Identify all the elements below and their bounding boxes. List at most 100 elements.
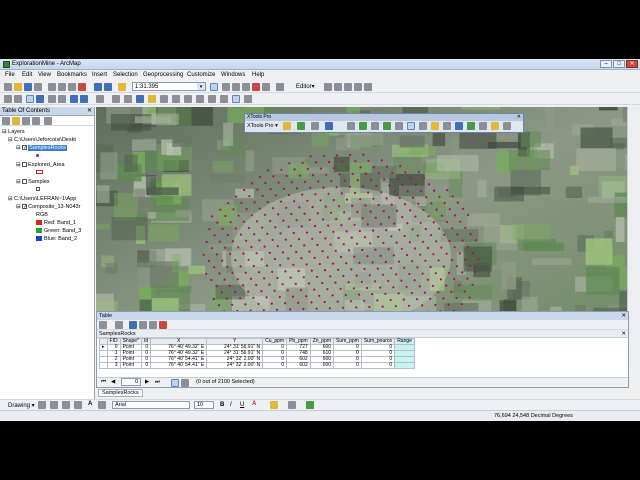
sample-point[interactable] xyxy=(401,184,404,187)
sample-point[interactable] xyxy=(327,224,330,227)
sample-point[interactable] xyxy=(334,281,337,284)
sample-point[interactable] xyxy=(257,271,261,274)
sample-point[interactable] xyxy=(421,304,424,307)
sample-point[interactable] xyxy=(339,255,343,259)
sample-point[interactable] xyxy=(397,260,401,263)
xtools-tool-icon[interactable] xyxy=(479,122,487,130)
model-builder-icon[interactable] xyxy=(276,83,284,91)
sample-point[interactable] xyxy=(337,268,340,271)
sample-point[interactable] xyxy=(282,219,285,222)
sample-point[interactable] xyxy=(371,293,374,296)
measure-icon[interactable] xyxy=(160,95,168,103)
sample-point[interactable] xyxy=(380,159,383,162)
sample-point[interactable] xyxy=(211,215,214,218)
related-tables-icon[interactable] xyxy=(115,321,123,329)
table-tab-samplesrocks[interactable]: SamplesRocks xyxy=(98,389,143,397)
sample-point[interactable] xyxy=(237,214,240,217)
sample-point[interactable] xyxy=(327,192,330,195)
xtools-tool-icon[interactable] xyxy=(419,122,427,130)
sample-point[interactable] xyxy=(395,241,398,244)
sample-point[interactable] xyxy=(342,243,345,246)
search-window-icon[interactable] xyxy=(242,83,250,91)
edit-tool-icon[interactable] xyxy=(324,83,332,91)
sample-point[interactable] xyxy=(387,279,390,283)
xtools-tool-icon[interactable] xyxy=(491,122,499,130)
sample-point[interactable] xyxy=(315,275,319,278)
sample-point[interactable] xyxy=(215,253,219,256)
sample-point[interactable] xyxy=(374,216,377,219)
pan-icon[interactable] xyxy=(26,95,34,103)
sample-point[interactable] xyxy=(402,298,405,301)
sample-point[interactable] xyxy=(291,295,295,298)
sample-point[interactable] xyxy=(229,221,232,224)
sample-point[interactable] xyxy=(353,191,357,195)
sample-point[interactable] xyxy=(455,296,458,300)
sample-point[interactable] xyxy=(234,259,237,262)
sample-point[interactable] xyxy=(252,264,255,268)
xtools-tool-icon[interactable] xyxy=(407,122,415,130)
xtools-tool-icon[interactable] xyxy=(443,122,451,130)
sample-point[interactable] xyxy=(259,175,262,178)
sample-point[interactable] xyxy=(345,230,348,233)
italic-button[interactable]: I xyxy=(230,402,232,408)
sample-point[interactable] xyxy=(290,181,293,184)
sample-point[interactable] xyxy=(215,285,218,288)
sample-point[interactable] xyxy=(331,262,335,265)
sample-point[interactable] xyxy=(389,267,393,270)
visibility-checkbox[interactable]: ✓ xyxy=(22,204,27,210)
sample-point[interactable] xyxy=(274,194,277,197)
sample-point[interactable] xyxy=(356,179,359,182)
sample-point[interactable] xyxy=(426,278,429,281)
sample-point[interactable] xyxy=(239,297,242,300)
sample-point[interactable] xyxy=(461,271,464,274)
sample-point[interactable] xyxy=(363,299,366,302)
sample-point[interactable] xyxy=(231,271,234,275)
sample-point[interactable] xyxy=(371,229,375,232)
sample-point[interactable] xyxy=(248,195,251,198)
sample-point[interactable] xyxy=(244,271,247,274)
sample-point[interactable] xyxy=(260,258,263,261)
sample-point[interactable] xyxy=(388,184,391,187)
sample-point[interactable] xyxy=(276,245,279,248)
sample-point[interactable] xyxy=(419,221,422,224)
sample-point[interactable] xyxy=(324,237,327,240)
sample-point[interactable] xyxy=(301,193,304,196)
flicker-icon[interactable] xyxy=(244,95,252,103)
sample-point[interactable] xyxy=(474,270,477,274)
sample-point[interactable] xyxy=(358,261,361,264)
sample-point[interactable] xyxy=(300,257,303,260)
toc-layer-samples[interactable]: ⊟ Samples xyxy=(16,179,50,185)
open-icon[interactable] xyxy=(14,83,22,91)
xtools-tool-icon[interactable] xyxy=(431,122,439,130)
font-color-icon[interactable]: A xyxy=(252,401,256,407)
close-icon[interactable]: ✕ xyxy=(621,312,626,320)
sample-point[interactable] xyxy=(308,218,311,221)
sample-point[interactable] xyxy=(226,233,229,237)
row-selector[interactable] xyxy=(99,362,108,369)
sample-point[interactable] xyxy=(427,215,430,218)
marker-color-icon[interactable] xyxy=(306,401,314,409)
sample-point[interactable] xyxy=(257,302,260,306)
sample-point[interactable] xyxy=(355,242,359,245)
sample-point[interactable] xyxy=(210,278,213,282)
sample-point[interactable] xyxy=(447,271,451,274)
sample-point[interactable] xyxy=(322,154,325,157)
sample-point[interactable] xyxy=(292,231,295,235)
go-to-xy-icon[interactable] xyxy=(196,95,204,103)
sample-point[interactable] xyxy=(271,270,274,273)
sample-point[interactable] xyxy=(474,239,477,242)
sample-point[interactable] xyxy=(437,259,440,262)
select-elements-icon[interactable] xyxy=(124,95,132,103)
sample-point[interactable] xyxy=(418,285,421,288)
sample-point[interactable] xyxy=(343,211,346,214)
sample-point[interactable] xyxy=(281,251,285,254)
sample-point[interactable] xyxy=(302,307,305,311)
fixed-zoom-in-icon[interactable] xyxy=(48,95,56,103)
sample-point[interactable] xyxy=(407,304,411,307)
sample-point[interactable] xyxy=(314,161,317,164)
sample-point[interactable] xyxy=(311,205,314,209)
sample-point[interactable] xyxy=(212,297,215,301)
fill-color-icon[interactable] xyxy=(270,401,278,409)
print-icon[interactable] xyxy=(34,83,42,91)
sample-point[interactable] xyxy=(272,175,275,178)
